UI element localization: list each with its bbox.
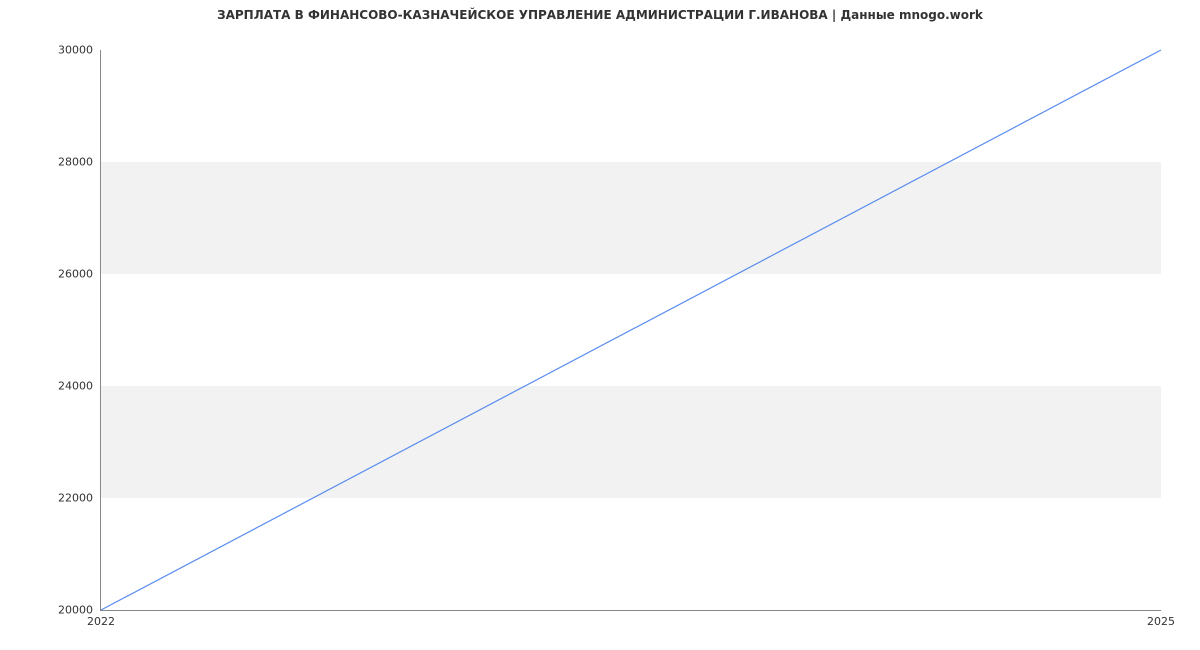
y-tick-label: 22000 <box>51 492 93 505</box>
x-tick-label: 2022 <box>87 615 115 628</box>
chart-title: ЗАРПЛАТА В ФИНАНСОВО-КАЗНАЧЕЙСКОЕ УПРАВЛ… <box>0 8 1200 22</box>
x-tick-label: 2025 <box>1147 615 1175 628</box>
y-tick-label: 24000 <box>51 380 93 393</box>
data-line <box>101 50 1161 610</box>
y-tick-label: 30000 <box>51 44 93 57</box>
chart-container: ЗАРПЛАТА В ФИНАНСОВО-КАЗНАЧЕЙСКОЕ УПРАВЛ… <box>0 0 1200 650</box>
plot-area: 20000220002400026000280003000020222025 <box>100 50 1161 611</box>
y-tick-label: 28000 <box>51 156 93 169</box>
line-svg <box>101 50 1161 610</box>
y-tick-label: 26000 <box>51 268 93 281</box>
